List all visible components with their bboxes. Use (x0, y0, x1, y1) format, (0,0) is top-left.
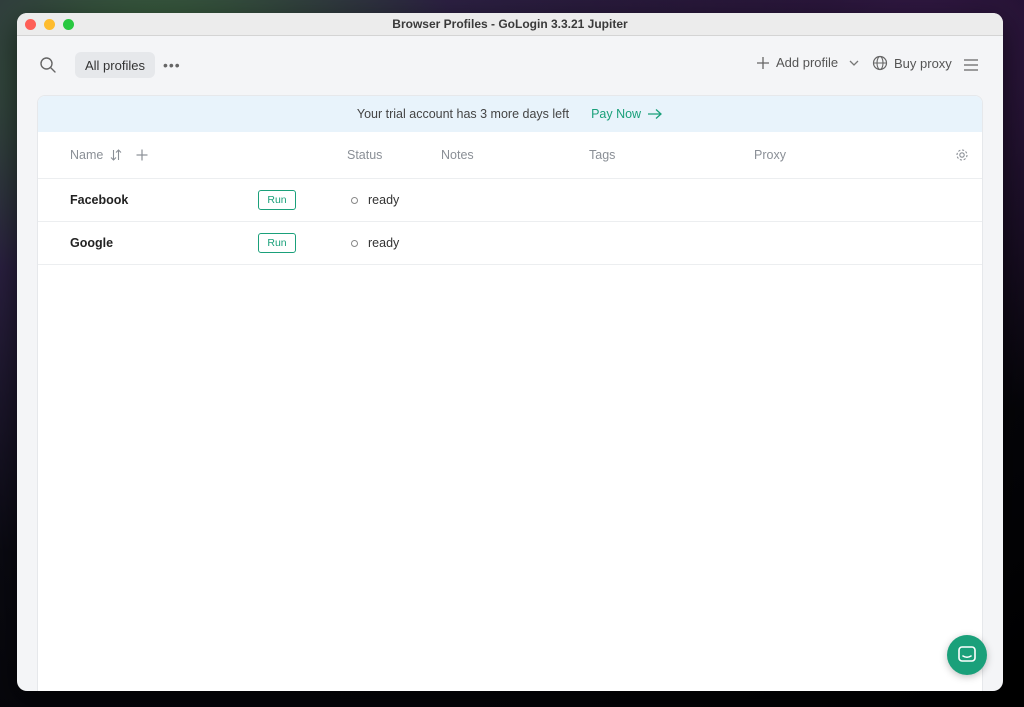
app-window: Browser Profiles - GoLogin 3.3.21 Jupite… (17, 13, 1003, 691)
minimize-window-button[interactable] (44, 19, 55, 30)
globe-icon (872, 55, 888, 71)
table-row[interactable]: Facebook Run ready (38, 179, 982, 222)
gear-icon[interactable] (955, 148, 969, 162)
table-row[interactable]: Google Run ready (38, 222, 982, 265)
profile-name[interactable]: Facebook (70, 193, 128, 207)
buy-proxy-button[interactable]: Buy proxy (872, 55, 952, 71)
zoom-window-button[interactable] (63, 19, 74, 30)
status-indicator (351, 240, 358, 247)
pay-now-link[interactable]: Pay Now (591, 107, 663, 121)
profile-name[interactable]: Google (70, 236, 113, 250)
column-header-tags[interactable]: Tags (589, 148, 615, 162)
column-header-name[interactable]: Name (70, 148, 103, 162)
trial-banner-text: Your trial account has 3 more days left (356, 107, 570, 121)
run-button[interactable]: Run (258, 190, 296, 210)
status-text: ready (368, 193, 400, 207)
search-button[interactable] (39, 56, 57, 74)
buy-proxy-label: Buy proxy (894, 55, 952, 71)
arrow-right-icon (648, 109, 663, 119)
table-header: Name Status Notes Tags Proxy (38, 132, 982, 179)
add-profile-label: Add profile (776, 55, 839, 70)
tab-all-profiles[interactable]: All profiles (75, 52, 155, 78)
add-profile-button[interactable]: Add profile (756, 55, 860, 70)
chat-button[interactable] (947, 635, 987, 675)
status-text: ready (368, 236, 400, 250)
close-window-button[interactable] (25, 19, 36, 30)
profiles-panel: Your trial account has 3 more days left … (37, 95, 983, 691)
column-header-status[interactable]: Status (347, 148, 382, 162)
search-icon (40, 57, 56, 73)
run-button[interactable]: Run (258, 233, 296, 253)
more-icon[interactable]: ••• (163, 56, 181, 74)
menu-button[interactable] (963, 56, 979, 74)
status-indicator (351, 197, 358, 204)
plus-icon (757, 56, 769, 69)
menu-icon (964, 59, 978, 71)
pay-now-label: Pay Now (591, 107, 642, 121)
add-column-plus-icon[interactable] (136, 149, 148, 161)
chat-icon (958, 646, 976, 662)
column-header-proxy[interactable]: Proxy (754, 148, 786, 162)
sort-icon[interactable] (110, 148, 122, 162)
column-header-notes[interactable]: Notes (441, 148, 474, 162)
trial-banner: Your trial account has 3 more days left … (38, 96, 982, 132)
title-bar: Browser Profiles - GoLogin 3.3.21 Jupite… (17, 13, 1003, 36)
window-controls (25, 19, 74, 30)
chevron-down-icon[interactable] (848, 57, 860, 69)
window-title: Browser Profiles - GoLogin 3.3.21 Jupite… (392, 17, 628, 31)
toolbar: All profiles ••• Add profile Buy proxy (17, 36, 1003, 94)
